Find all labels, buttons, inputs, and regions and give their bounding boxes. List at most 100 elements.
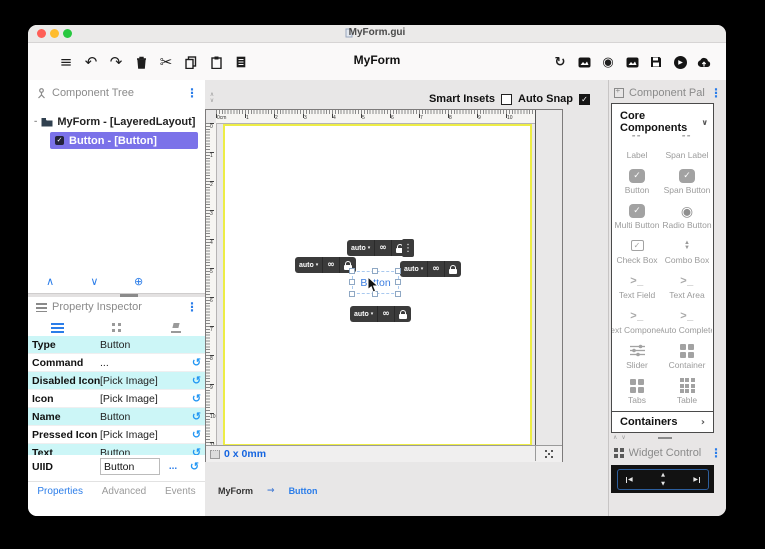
refresh-icon[interactable]: ↻ — [550, 52, 570, 72]
expand-canvas-button[interactable] — [535, 446, 562, 461]
property-row[interactable]: Command ... ↺ — [28, 354, 205, 372]
palette-item[interactable]: ▲ ▼ Combo Box — [662, 233, 712, 268]
palette-item[interactable]: ✓ Button — [612, 163, 662, 198]
resize-handle[interactable] — [395, 291, 401, 297]
constraint-menu-button[interactable]: ⋮ — [402, 239, 414, 257]
move-up-icon[interactable]: ∧ — [28, 275, 72, 288]
scroll-thumb[interactable] — [657, 437, 672, 439]
infinity-button[interactable]: ∞ — [428, 261, 445, 277]
property-row[interactable]: Pressed Icon [Pick Image] ↺ — [28, 426, 205, 444]
reset-property-icon[interactable]: ↺ — [188, 356, 205, 369]
chevron-down-icon[interactable]: ∨ — [621, 435, 625, 441]
chevron-down-icon[interactable]: ∨ — [207, 98, 217, 104]
palette-item[interactable]: Table — [662, 373, 712, 408]
reset-property-icon[interactable]: ↺ — [188, 410, 205, 423]
reset-property-icon[interactable]: ↺ — [188, 374, 205, 387]
lock-button[interactable] — [445, 261, 461, 277]
constraint-bar-right[interactable]: auto ▾ ∞ — [400, 261, 461, 277]
collapse-icon[interactable]: - — [34, 116, 37, 127]
palette-item[interactable]: >_ Auto Complete — [662, 303, 712, 338]
lock-icon — [448, 264, 457, 274]
cloud-upload-icon[interactable] — [694, 52, 714, 72]
property-value[interactable]: Button — [100, 411, 188, 423]
title-bar[interactable]: MyForm.gui — [28, 25, 726, 43]
smart-insets-checkbox[interactable] — [501, 93, 512, 105]
property-value[interactable]: Button — [100, 339, 188, 351]
containers-section[interactable]: Containers › — [612, 411, 713, 432]
reset-property-icon[interactable]: ↺ — [188, 428, 205, 441]
tab-advanced[interactable]: Advanced — [102, 486, 146, 497]
panel-splitter[interactable] — [28, 293, 205, 297]
resize-handle[interactable] — [372, 268, 378, 274]
auto-dropdown[interactable]: auto ▾ — [295, 257, 324, 273]
image-icon[interactable] — [622, 52, 642, 72]
palette-item[interactable]: ✓ Multi Button — [612, 198, 662, 233]
property-value[interactable]: ... — [100, 357, 188, 369]
resize-handle[interactable] — [395, 268, 401, 274]
reset-property-icon[interactable]: ↺ — [188, 392, 205, 405]
palette-item[interactable]: >_ Text Field — [612, 268, 662, 303]
palette-item[interactable]: “ Label — [612, 128, 662, 163]
palette-item[interactable]: >_ Text Component — [612, 303, 662, 338]
image-icon[interactable] — [574, 52, 594, 72]
step-up-icon[interactable]: ▲ — [661, 472, 665, 478]
breadcrumb-leaf[interactable]: Button — [289, 486, 318, 496]
palette-item[interactable]: Container — [662, 338, 712, 373]
palette-item[interactable]: Slider — [612, 338, 662, 373]
resize-handle[interactable] — [349, 268, 355, 274]
resize-handle[interactable] — [349, 279, 355, 285]
constraint-bar-left[interactable]: auto ▾ ∞ — [295, 257, 356, 273]
palette-item[interactable]: ◉ Radio Button — [662, 198, 712, 233]
infinity-button[interactable]: ∞ — [323, 257, 340, 273]
property-value[interactable]: [Pick Image] — [100, 393, 188, 405]
canvas-scroll-arrows[interactable]: ∧ ∨ — [207, 92, 217, 104]
lock-button[interactable] — [395, 306, 411, 322]
tab-grid-view[interactable] — [87, 319, 146, 336]
tab-events[interactable]: Events — [165, 486, 196, 497]
widget-menu-icon[interactable]: ⋮ — [710, 446, 722, 460]
property-row[interactable]: Type Button — [28, 336, 205, 354]
breadcrumb-root[interactable]: MyForm — [218, 486, 253, 496]
save-icon[interactable] — [646, 52, 666, 72]
auto-dropdown[interactable]: auto ▾ — [400, 261, 429, 277]
palette-item[interactable]: “ Span Label — [662, 128, 712, 163]
property-value[interactable]: [Pick Image] — [100, 375, 188, 387]
inspector-menu-icon[interactable]: ⋮ — [186, 300, 198, 314]
tree-root-row[interactable]: - MyForm - [LayeredLayout] — [34, 113, 195, 130]
tab-list-view[interactable] — [28, 319, 87, 336]
property-value[interactable]: [Pick Image] — [100, 429, 188, 441]
infinity-button[interactable]: ∞ — [378, 306, 395, 322]
reset-property-icon[interactable]: ↺ — [186, 460, 203, 473]
auto-dropdown[interactable]: auto ▾ — [347, 240, 376, 256]
uiid-more-button[interactable]: ... — [160, 461, 186, 472]
palette-scroll-strip[interactable]: ∧ ∨ — [613, 435, 712, 441]
tab-style-view[interactable] — [146, 319, 205, 336]
mouse-cursor — [367, 276, 379, 294]
palette-item[interactable]: ✓ Check Box — [612, 233, 662, 268]
property-row[interactable]: Icon [Pick Image] ↺ — [28, 390, 205, 408]
resize-handle[interactable] — [395, 279, 401, 285]
step-down-icon[interactable]: ▼ — [661, 481, 665, 487]
palette-item[interactable]: >_ Text Area — [662, 268, 712, 303]
property-row[interactable]: Disabled Icon [Pick Image] ↺ — [28, 372, 205, 390]
infinity-button[interactable]: ∞ — [375, 240, 392, 256]
constraint-bar-top[interactable]: auto ▾ ∞ — [347, 240, 408, 256]
play-icon[interactable]: ▶ — [670, 52, 690, 72]
resize-handle[interactable] — [349, 291, 355, 297]
chevron-up-icon[interactable]: ∧ — [613, 435, 617, 441]
tree-selected-row[interactable]: ✓ Button - [Button] — [50, 132, 198, 149]
auto-snap-checkbox[interactable]: ✓ — [579, 93, 590, 105]
tab-properties[interactable]: Properties — [37, 486, 83, 497]
vertical-scroll-track[interactable] — [535, 110, 562, 446]
palette-item[interactable]: ✓ Span Button — [662, 163, 712, 198]
property-row[interactable]: Name Button ↺ — [28, 408, 205, 426]
palette-item[interactable]: Tabs — [612, 373, 662, 408]
constraint-bar-bottom[interactable]: auto ▾ ∞ — [350, 306, 411, 322]
move-down-icon[interactable]: ∨ — [72, 275, 116, 288]
auto-dropdown[interactable]: auto ▾ — [350, 306, 379, 322]
record-icon[interactable]: ◉ — [598, 52, 618, 72]
tree-menu-icon[interactable]: ⋮ — [186, 86, 198, 100]
palette-menu-icon[interactable]: ⋮ — [710, 86, 722, 100]
add-component-icon[interactable]: ⊕ — [117, 275, 161, 288]
uiid-input[interactable] — [100, 458, 160, 475]
